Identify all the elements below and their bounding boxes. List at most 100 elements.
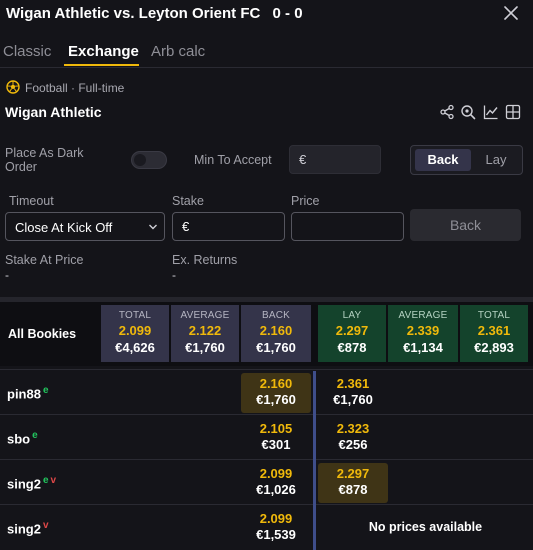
bookie-row: pin88 e 2.160 €1,760 2.361 €1,760: [0, 369, 533, 414]
summary-price: 2.297: [335, 323, 369, 338]
price-label: Price: [291, 194, 320, 208]
min-accept-label: Min To Accept: [194, 153, 272, 167]
football-icon: [6, 80, 20, 94]
chart-icon[interactable]: [483, 104, 499, 120]
lay-price-cell[interactable]: 2.323 €256: [318, 418, 388, 458]
tab-divider: [0, 67, 533, 68]
bookie-name: pin88 e: [7, 385, 49, 401]
side-toggle: Back Lay: [410, 145, 523, 175]
summary-back-average[interactable]: AVERAGE 2.122 €1,760: [171, 305, 239, 362]
bookie-row: sing2 e v 2.099 €1,026 2.297 €878: [0, 459, 533, 504]
stake-input[interactable]: €: [172, 212, 285, 241]
share-icon[interactable]: [439, 104, 455, 120]
close-icon[interactable]: [502, 4, 520, 22]
back-stake: €1,539: [256, 527, 296, 542]
side-back-button[interactable]: Back: [415, 149, 471, 171]
stake-at-price-value: -: [5, 268, 9, 282]
summary-head: TOTAL: [477, 310, 511, 321]
back-stake: €1,760: [256, 392, 296, 407]
exchange-tag: e: [42, 475, 49, 486]
summary-head: TOTAL: [118, 310, 152, 321]
stake-at-price-label: Stake At Price: [5, 253, 84, 267]
min-accept-input[interactable]: €: [289, 145, 381, 174]
zoom-icon[interactable]: [460, 104, 476, 120]
match-title-text: Wigan Athletic vs. Leyton Orient FC: [6, 5, 261, 22]
tab-classic[interactable]: Classic: [3, 43, 51, 60]
ladder-divider: [313, 371, 316, 550]
back-price: 2.099: [259, 466, 293, 481]
dark-order-toggle[interactable]: [131, 151, 167, 169]
summary-lay-average[interactable]: AVERAGE 2.339 €1,134: [388, 305, 458, 362]
chevron-down-icon: [149, 224, 157, 230]
place-bet-button[interactable]: Back: [410, 209, 521, 241]
summary-stake: €1,760: [185, 340, 225, 355]
back-stake: €301: [261, 437, 291, 452]
side-lay-button[interactable]: Lay: [473, 149, 519, 171]
bookie-row: sing2 v 2.099 €1,539 No prices available: [0, 504, 533, 550]
summary-price: 2.099: [118, 323, 152, 338]
summary-head: AVERAGE: [398, 310, 448, 321]
back-price: 2.105: [259, 421, 293, 436]
grid-icon[interactable]: [505, 104, 521, 120]
tab-arb-calc[interactable]: Arb calc: [151, 43, 205, 60]
toggle-knob: [134, 154, 146, 166]
lay-stake: €878: [338, 482, 368, 497]
bookie-name: sing2 v: [7, 520, 49, 536]
back-price-cell[interactable]: 2.099 €1,026: [241, 463, 311, 503]
summary-best-lay[interactable]: LAY 2.297 €878: [318, 305, 386, 362]
lay-stake: €1,760: [333, 392, 373, 407]
summary-head: BACK: [261, 310, 291, 321]
summary-price: 2.160: [259, 323, 293, 338]
match-title: Wigan Athletic vs. Leyton Orient FC 0 - …: [6, 5, 303, 22]
tab-exchange[interactable]: Exchange: [68, 43, 139, 60]
exchange-tag: e: [32, 430, 38, 441]
bookie-row: sbo e 2.105 €301 2.323 €256: [0, 414, 533, 459]
bookie-name-text: sing2: [7, 476, 41, 492]
summary-best-back[interactable]: BACK 2.160 €1,760: [241, 305, 311, 362]
bookie-name-text: sbo: [7, 431, 31, 447]
summary-stake: €1,760: [256, 340, 296, 355]
verified-tag: v: [50, 475, 57, 486]
no-prices-message: No prices available: [368, 520, 483, 534]
summary-stake: €878: [337, 340, 367, 355]
stake-label: Stake: [172, 194, 204, 208]
summary-price: 2.122: [188, 323, 222, 338]
verified-tag: v: [42, 520, 49, 531]
back-stake: €1,026: [256, 482, 296, 497]
lay-price: 2.297: [336, 466, 370, 481]
currency-symbol: €: [299, 152, 307, 167]
event-meta: Football · Full-time: [25, 81, 125, 95]
summary-stake: €1,134: [403, 340, 443, 355]
exchange-tag: e: [42, 385, 49, 396]
lay-stake: €256: [338, 437, 368, 452]
timeout-value: Close At Kick Off: [15, 220, 113, 235]
back-price-cell[interactable]: 2.099 €1,539: [241, 508, 311, 548]
back-price-cell[interactable]: 2.160 €1,760: [241, 373, 311, 413]
active-tab-indicator: [64, 64, 139, 66]
lay-price: 2.361: [336, 376, 370, 391]
summary-lay-total[interactable]: TOTAL 2.361 €2,893: [460, 305, 528, 362]
timeout-label: Timeout: [9, 194, 54, 208]
summary-price: 2.339: [406, 323, 440, 338]
price-input[interactable]: [291, 212, 404, 241]
selection-name: Wigan Athletic: [5, 104, 102, 120]
bookie-name: sing2 e v: [7, 475, 56, 491]
summary-price: 2.361: [477, 323, 511, 338]
back-price-cell[interactable]: 2.105 €301: [241, 418, 311, 458]
bookie-name-text: sing2: [7, 521, 41, 537]
dark-order-label: Place As Dark Order: [5, 146, 84, 174]
match-score: 0 - 0: [272, 5, 303, 22]
lay-price: 2.323: [336, 421, 370, 436]
summary-stake: €2,893: [474, 340, 514, 355]
ex-returns-value: -: [172, 268, 176, 282]
summary-head: AVERAGE: [180, 310, 230, 321]
all-bookies-label: All Bookies: [8, 327, 77, 341]
lay-price-cell[interactable]: 2.297 €878: [318, 463, 388, 503]
ex-returns-label: Ex. Returns: [172, 253, 238, 267]
timeout-select[interactable]: Close At Kick Off: [5, 212, 165, 241]
summary-back-total[interactable]: TOTAL 2.099 €4,626: [101, 305, 169, 362]
bookie-name-text: pin88: [7, 386, 41, 402]
lay-price-cell[interactable]: 2.361 €1,760: [318, 373, 388, 413]
back-price: 2.099: [259, 511, 293, 526]
currency-symbol: €: [182, 219, 190, 234]
